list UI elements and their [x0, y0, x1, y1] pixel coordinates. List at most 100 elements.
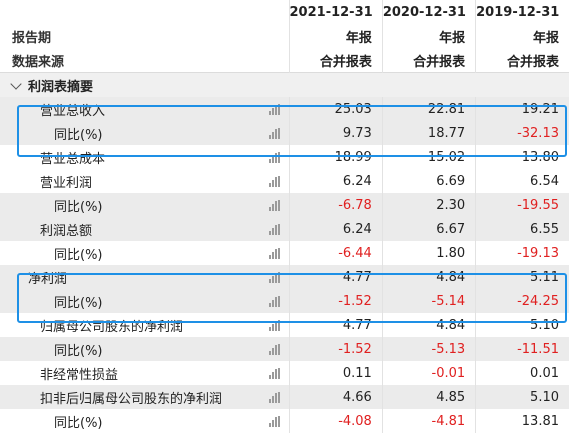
- table-row[interactable]: 净利润 4.77 4.84 5.11: [0, 265, 569, 289]
- cell-value: 4.66: [288, 385, 383, 409]
- cell-value: 1.80: [381, 241, 476, 265]
- cell-value: 4.77: [288, 313, 383, 337]
- period-value: 年报: [288, 24, 383, 48]
- cell-value: 5.10: [475, 313, 569, 337]
- period-row: 报告期 年报 年报 年报: [0, 24, 569, 48]
- cell-value: -0.01: [381, 361, 476, 385]
- row-label: 归属母公司股东的净利润: [40, 319, 184, 335]
- table-row[interactable]: 同比(%) -6.78 2.30 -19.55: [0, 193, 569, 217]
- bar-chart-icon[interactable]: [268, 296, 281, 307]
- cell-value: 18.99: [288, 145, 383, 169]
- row-label: 同比(%): [54, 127, 103, 143]
- table-row[interactable]: 同比(%) -1.52 -5.13 -11.51: [0, 337, 569, 361]
- bar-chart-icon[interactable]: [268, 368, 281, 379]
- cell-value: 9.73: [288, 121, 383, 145]
- period-label: 报告期: [12, 30, 52, 46]
- bar-chart-icon[interactable]: [268, 344, 281, 355]
- table-row[interactable]: 扣非后归属母公司股东的净利润 4.66 4.85 5.10: [0, 385, 569, 409]
- row-label: 非经常性损益: [40, 367, 119, 383]
- cell-value: 6.69: [381, 169, 476, 193]
- table-row[interactable]: 同比(%) -4.08 -4.81 13.81: [0, 409, 569, 433]
- cell-value: -5.14: [381, 289, 476, 313]
- income-statement-table: 2021-12-31 2020-12-31 2019-12-31 报告期 年报 …: [0, 0, 569, 433]
- cell-value: 0.01: [475, 361, 569, 385]
- table-row[interactable]: 营业总收入 25.03 22.81 19.21: [0, 97, 569, 121]
- source-value: 合并报表: [475, 48, 569, 73]
- row-label: 扣非后归属母公司股东的净利润: [40, 391, 223, 407]
- cell-value: -24.25: [475, 289, 569, 313]
- cell-value: 15.02: [381, 145, 476, 169]
- bar-chart-icon[interactable]: [268, 416, 281, 427]
- cell-value: 4.84: [381, 265, 476, 289]
- bar-chart-icon[interactable]: [268, 176, 281, 187]
- cell-value: 6.67: [381, 217, 476, 241]
- cell-value: -19.55: [475, 193, 569, 217]
- cell-value: 0.11: [288, 361, 383, 385]
- bar-chart-icon[interactable]: [268, 248, 281, 259]
- bar-chart-icon[interactable]: [268, 392, 281, 403]
- bar-chart-icon[interactable]: [268, 152, 281, 163]
- cell-value: -32.13: [475, 121, 569, 145]
- cell-value: 13.80: [475, 145, 569, 169]
- period-value: 年报: [475, 24, 569, 48]
- bar-chart-icon[interactable]: [268, 224, 281, 235]
- row-label: 利润总额: [40, 223, 93, 239]
- cell-value: 13.81: [475, 409, 569, 433]
- cell-value: -1.52: [288, 289, 383, 313]
- date-header-row: 2021-12-31 2020-12-31 2019-12-31: [0, 0, 569, 24]
- row-label: 营业总收入: [40, 103, 106, 119]
- date-col-0[interactable]: 2021-12-31: [288, 0, 383, 24]
- table-row[interactable]: 同比(%) -6.44 1.80 -19.13: [0, 241, 569, 265]
- bar-chart-icon[interactable]: [268, 104, 281, 115]
- table-row[interactable]: 同比(%) 9.73 18.77 -32.13: [0, 121, 569, 145]
- row-label: 同比(%): [54, 295, 103, 311]
- financial-summary-panel: 2021-12-31 2020-12-31 2019-12-31 报告期 年报 …: [0, 0, 569, 447]
- cell-value: 6.24: [288, 217, 383, 241]
- cell-value: 6.54: [475, 169, 569, 193]
- section-title: 利润表摘要: [28, 79, 94, 95]
- bar-chart-icon[interactable]: [268, 128, 281, 139]
- table-row[interactable]: 非经常性损益 0.11 -0.01 0.01: [0, 361, 569, 385]
- cell-value: 6.55: [475, 217, 569, 241]
- row-label: 营业总成本: [40, 151, 106, 167]
- table-row[interactable]: 营业利润 6.24 6.69 6.54: [0, 169, 569, 193]
- source-value: 合并报表: [288, 48, 383, 73]
- table-row[interactable]: 营业总成本 18.99 15.02 13.80: [0, 145, 569, 169]
- cell-value: -1.52: [288, 337, 383, 361]
- source-label: 数据来源: [12, 54, 65, 70]
- cell-value: 4.85: [381, 385, 476, 409]
- row-label: 同比(%): [54, 247, 103, 263]
- row-label: 净利润: [28, 271, 68, 287]
- section-header-row[interactable]: 利润表摘要: [0, 72, 569, 97]
- table-row[interactable]: 同比(%) -1.52 -5.14 -24.25: [0, 289, 569, 313]
- chevron-down-icon[interactable]: [10, 77, 22, 90]
- bar-chart-icon[interactable]: [268, 272, 281, 283]
- cell-value: 5.11: [475, 265, 569, 289]
- bar-chart-icon[interactable]: [268, 200, 281, 211]
- cell-value: -4.08: [288, 409, 383, 433]
- row-label: 同比(%): [54, 415, 103, 431]
- date-col-1[interactable]: 2020-12-31: [381, 0, 476, 24]
- table-row[interactable]: 归属母公司股东的净利润 4.77 4.84 5.10: [0, 313, 569, 337]
- row-label: 同比(%): [54, 199, 103, 215]
- cell-value: -6.44: [288, 241, 383, 265]
- cell-value: -19.13: [475, 241, 569, 265]
- cell-value: 4.84: [381, 313, 476, 337]
- date-col-2[interactable]: 2019-12-31: [475, 0, 569, 24]
- row-label: 同比(%): [54, 343, 103, 359]
- cell-value: 6.24: [288, 169, 383, 193]
- cell-value: -5.13: [381, 337, 476, 361]
- cell-value: 25.03: [288, 97, 383, 121]
- cell-value: 22.81: [381, 97, 476, 121]
- bar-chart-icon[interactable]: [268, 320, 281, 331]
- cell-value: -6.78: [288, 193, 383, 217]
- cell-value: -4.81: [381, 409, 476, 433]
- cell-value: 2.30: [381, 193, 476, 217]
- source-value: 合并报表: [381, 48, 476, 73]
- cell-value: 4.77: [288, 265, 383, 289]
- cell-value: 19.21: [475, 97, 569, 121]
- cell-value: 5.10: [475, 385, 569, 409]
- cell-value: -11.51: [475, 337, 569, 361]
- row-label: 营业利润: [40, 175, 93, 191]
- table-row[interactable]: 利润总额 6.24 6.67 6.55: [0, 217, 569, 241]
